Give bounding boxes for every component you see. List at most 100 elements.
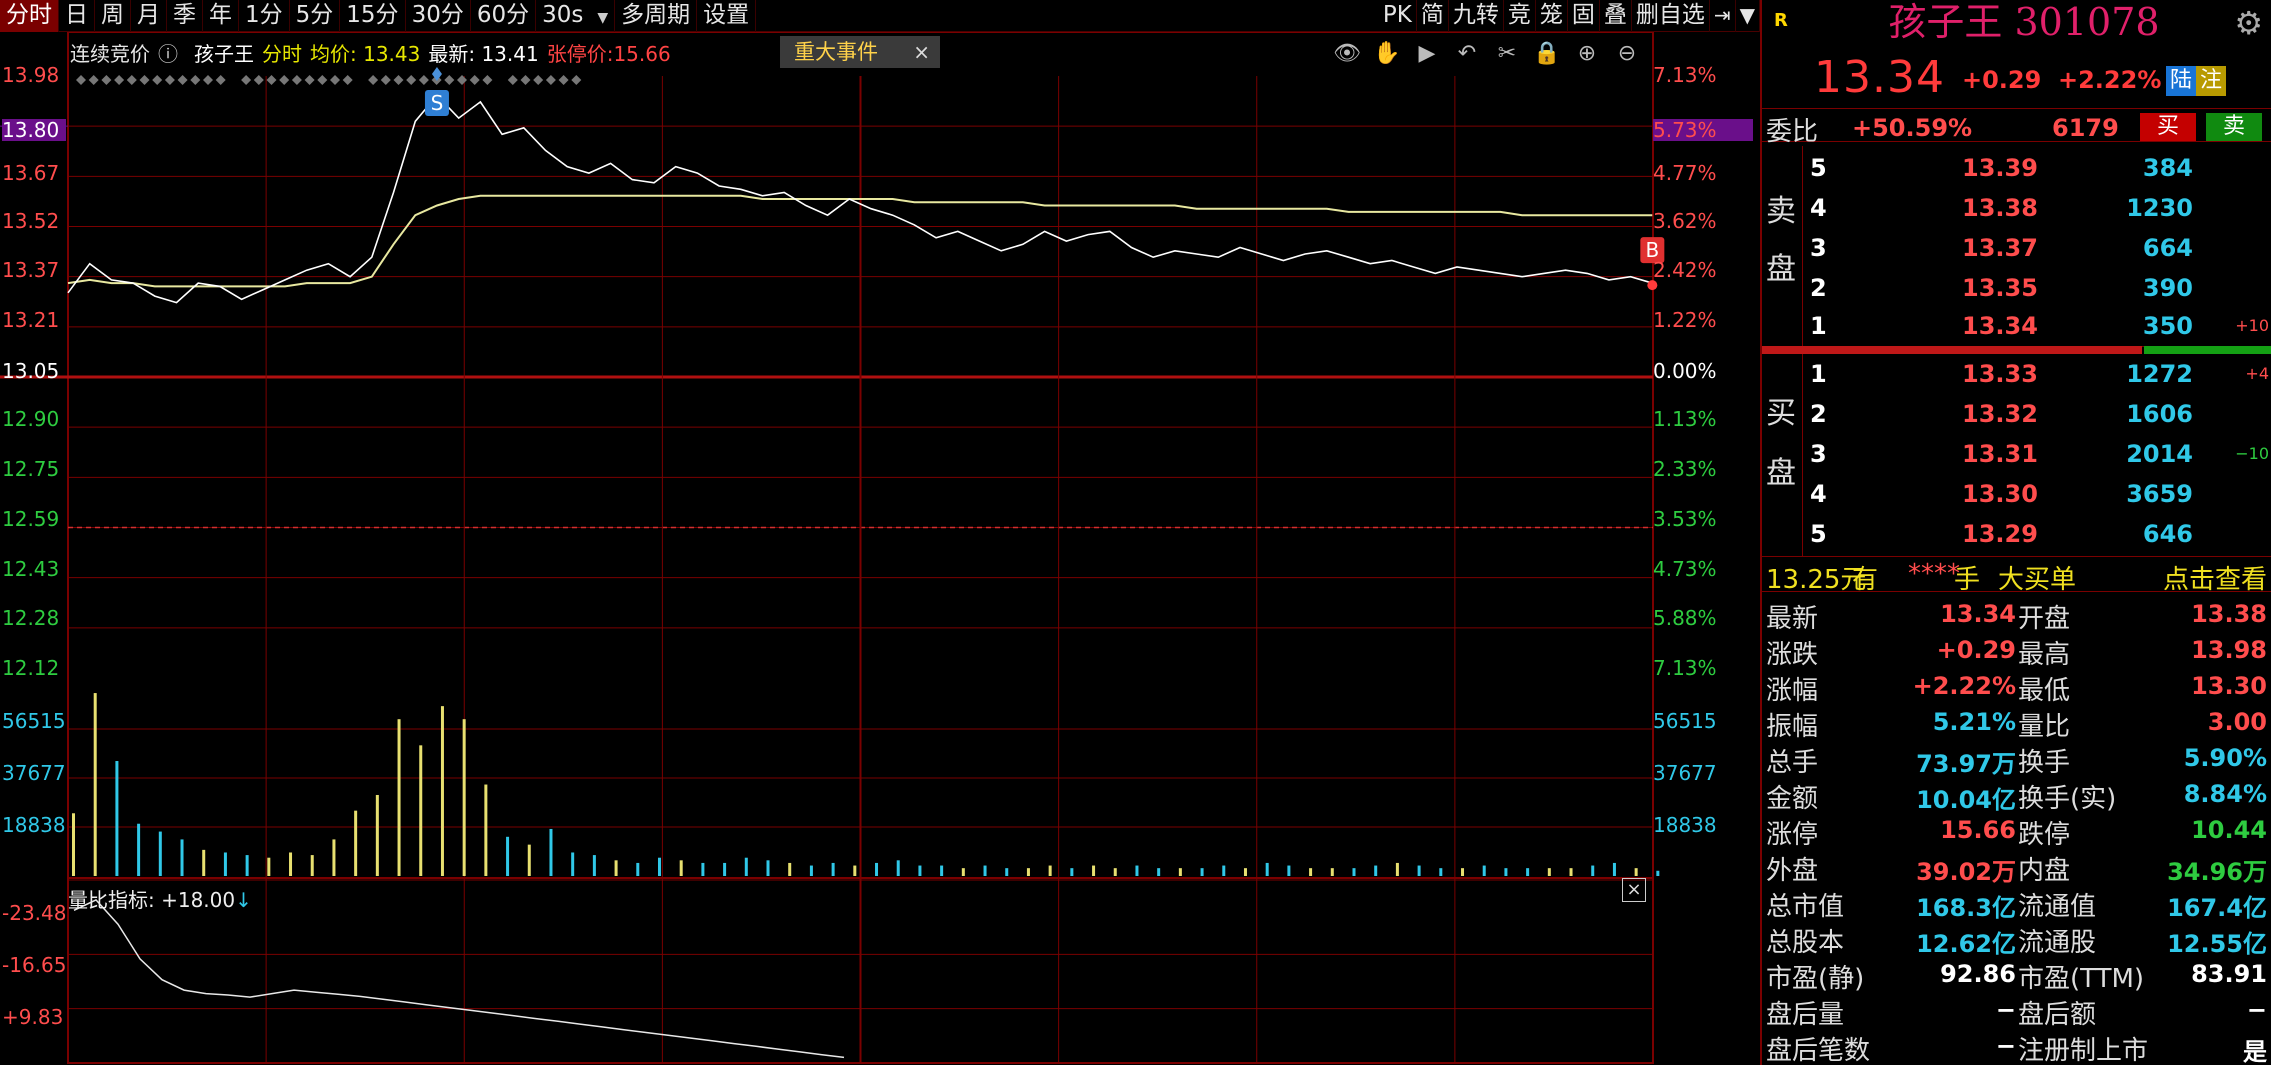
tool-remove-watchlist[interactable]: 删自选 [1632, 0, 1710, 32]
event-marker-icon [291, 75, 302, 85]
undo-icon[interactable]: ↶ [1450, 40, 1484, 68]
price-axis-left-label: 13.52 [2, 209, 60, 233]
sell-marker-label: S [431, 91, 444, 115]
stock-name-label: 孩子王 [194, 41, 254, 66]
hand-icon[interactable]: ✋ [1370, 40, 1404, 68]
volume-bar [289, 852, 293, 876]
tab-intraday[interactable]: 分时 [0, 0, 59, 32]
bid-delta: −10 [2235, 444, 2269, 463]
interval-select[interactable]: 30s ▼ [536, 0, 616, 32]
volume-bar [896, 860, 900, 876]
stat-row: 总市值 168.3亿 流通值 167.4亿 [1762, 884, 2271, 922]
bid-row[interactable]: 4 13.30 3659 [1802, 472, 2271, 512]
chevron-down-icon: ▼ [597, 10, 609, 26]
tool-cage[interactable]: 笼 [1536, 0, 1568, 32]
view-big-order-link[interactable]: 点击查看 [2163, 559, 2267, 596]
volume-bar [1547, 868, 1551, 876]
tool-pk[interactable]: PK [1379, 0, 1417, 32]
r-badge: R [1774, 10, 1788, 31]
order-book: 卖 盘 买 盘 5 13.39 384 4 13.38 1230 3 13.37… [1762, 146, 2271, 556]
volume-bar [484, 784, 488, 876]
ask-row[interactable]: 1 13.34 350 +10 [1802, 304, 2271, 344]
volume-bar [1591, 865, 1595, 876]
tab-year[interactable]: 年 [203, 0, 239, 32]
price-axis-left-label: 13.67 [2, 161, 60, 185]
ask-price: 13.38 [1962, 194, 2038, 222]
tab-week[interactable]: 周 [95, 0, 131, 32]
volume-bar [1178, 868, 1182, 876]
stat-row: 金额 10.04亿 换手(实) 8.84% [1762, 776, 2271, 814]
ask-level: 4 [1810, 194, 1827, 222]
tab-settings[interactable]: 设置 [697, 0, 757, 32]
ask-volume: 350 [2142, 312, 2193, 340]
event-marker-icon [190, 75, 201, 85]
stat-row: 市盈(静) 92.86 市盈(TTM) 83.91 [1762, 956, 2271, 994]
volume-bar [375, 794, 379, 876]
stat-label: 总市值 [1766, 892, 1845, 922]
tab-month[interactable]: 月 [131, 0, 167, 32]
ask-row[interactable]: 2 13.35 390 [1802, 266, 2271, 306]
stat-value: 5.21% [1932, 708, 2016, 736]
chevron-down-icon[interactable]: ▼ [1736, 0, 1760, 32]
volume-bar [93, 693, 97, 876]
current-price: 13.34 [1814, 52, 1945, 103]
sell-button[interactable]: 卖 [2206, 113, 2262, 141]
bid-row[interactable]: 3 13.31 2014 −10 [1802, 432, 2271, 472]
price-axis-left-label: 12.12 [2, 656, 60, 680]
quote-summary: 13.34 +0.29 +2.22% 陆 注 [1762, 52, 2271, 106]
commission-ratio-label: 委比 [1766, 117, 1819, 147]
stat-value: +0.29 [1936, 636, 2016, 664]
volume-bar [245, 855, 249, 876]
major-event-tag[interactable]: 重大事件 × [780, 36, 940, 68]
bid-row[interactable]: 5 13.29 646 [1802, 512, 2271, 552]
price-axis-left-label: 13.80 [2, 119, 66, 141]
tool-simple[interactable]: 简 [1417, 0, 1449, 32]
ask-row[interactable]: 3 13.37 664 [1802, 226, 2271, 266]
gear-icon[interactable]: ⚙ [2234, 4, 2263, 42]
bid-row[interactable]: 2 13.32 1606 [1802, 392, 2271, 432]
tab-15min[interactable]: 15分 [340, 0, 406, 32]
tab-multi-period[interactable]: 多周期 [615, 0, 698, 32]
ask-delta: +10 [2235, 316, 2269, 335]
tab-1min[interactable]: 1分 [239, 0, 290, 32]
event-marker-icon [164, 75, 175, 85]
zoom-in-icon[interactable]: ⊕ [1570, 40, 1604, 68]
tool-auction[interactable]: 竞 [1504, 0, 1536, 32]
stat-row: 涨幅 +2.22% 最低 13.30 [1762, 668, 2271, 706]
tab-60min[interactable]: 60分 [471, 0, 537, 32]
close-icon[interactable]: × [913, 36, 930, 68]
chart-mode-label: 分时 [262, 41, 302, 66]
tab-5min[interactable]: 5分 [290, 0, 341, 32]
stat-value: 167.4亿 [2167, 894, 2267, 922]
ask-row[interactable]: 4 13.38 1230 [1802, 186, 2271, 226]
volume-bar [1309, 868, 1313, 876]
stat-label: 换手 [2018, 748, 2071, 778]
volume-bar [636, 862, 640, 876]
info-icon[interactable]: ⓘ [158, 38, 178, 67]
event-marker-icon [139, 75, 150, 85]
eye-icon[interactable]: 👁 [1330, 40, 1364, 68]
intraday-chart[interactable]: SB [0, 32, 1760, 1065]
ask-row[interactable]: 5 13.39 384 [1802, 146, 2271, 186]
stat-label: 最新 [1766, 604, 1819, 634]
scissors-icon[interactable]: ✂ [1490, 40, 1524, 68]
close-icon[interactable]: × [1622, 878, 1646, 902]
lock-icon[interactable]: 🔒 [1530, 40, 1564, 68]
tab-quarter[interactable]: 季 [167, 0, 203, 32]
play-icon[interactable]: ▶ [1410, 40, 1444, 68]
volume-bar [1113, 868, 1117, 876]
buy-button[interactable]: 买 [2140, 113, 2196, 141]
tool-fixed[interactable]: 固 [1568, 0, 1600, 32]
volume-bar [72, 813, 75, 876]
tool-nine-turn[interactable]: 九转 [1449, 0, 1504, 32]
zoom-out-icon[interactable]: ⊖ [1610, 40, 1644, 68]
big-order-row[interactable]: 13.25元 有 **** 手 大买单 点击查看 [1762, 556, 2271, 595]
tab-30min[interactable]: 30分 [406, 0, 471, 32]
tab-day[interactable]: 日 [59, 0, 95, 32]
event-marker-icon [101, 75, 112, 85]
volume-bar [788, 862, 792, 876]
price-change: +0.29 [1962, 66, 2042, 94]
exit-icon[interactable]: ⇥ [1710, 0, 1736, 32]
tool-overlay[interactable]: 叠 [1600, 0, 1632, 32]
bid-row[interactable]: 1 13.33 1272 +4 [1802, 352, 2271, 392]
